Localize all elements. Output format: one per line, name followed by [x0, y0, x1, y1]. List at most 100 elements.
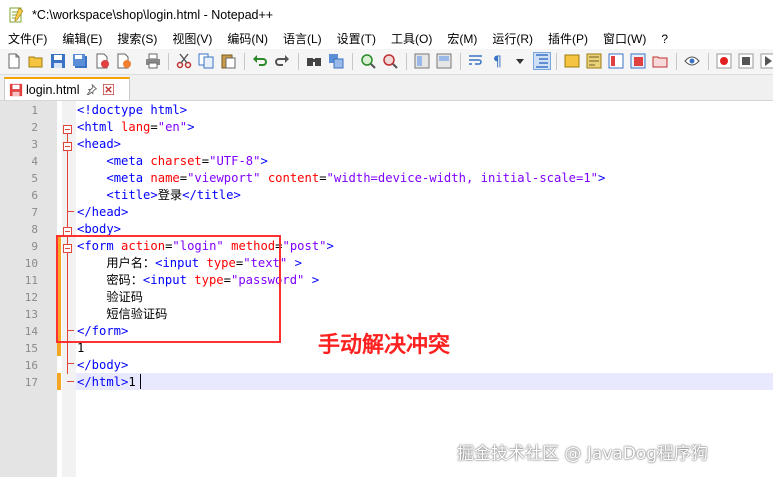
show-all-chars-icon[interactable]: ¶ [490, 53, 506, 69]
fold-body-end [67, 363, 74, 364]
code-line[interactable]: <meta name="viewport" content="width=dev… [77, 170, 605, 187]
sync-vertical-icon[interactable] [414, 53, 430, 69]
menu-item[interactable]: 宏(M) [439, 30, 484, 49]
line-number: 17 [24, 376, 38, 389]
code-token: > [294, 256, 302, 270]
zoom-in-icon[interactable] [360, 53, 376, 69]
menu-item[interactable]: 编辑(E) [54, 30, 109, 49]
code-token: </title> [182, 188, 241, 202]
print-icon[interactable] [145, 53, 161, 69]
code-line[interactable]: <!doctype html> [77, 102, 187, 119]
code-token: <meta [106, 171, 151, 185]
toolbar-separator [352, 53, 353, 70]
folder-icon[interactable] [652, 53, 668, 69]
menu-item[interactable]: ? [653, 30, 675, 49]
fold-html-toggle[interactable] [63, 125, 72, 134]
user-language-icon[interactable] [564, 53, 580, 69]
code-line[interactable]: </head> [77, 204, 128, 221]
zoom-out-icon[interactable] [382, 53, 398, 69]
menu-item[interactable]: 语言(L) [275, 30, 329, 49]
toolbar-separator [298, 53, 299, 70]
copy-icon[interactable] [198, 53, 214, 69]
line-number: 9 [31, 240, 38, 253]
open-file-icon[interactable] [28, 53, 44, 69]
line-number: 10 [24, 257, 38, 270]
line-number-gutter: 1 2 3 4 5 6 7 8 9 10 11 12 13 14 15 16 17 [0, 101, 57, 477]
play-macro-icon[interactable] [760, 53, 773, 69]
code-token: = [201, 154, 210, 168]
menu-item[interactable]: 运行(R) [484, 30, 540, 49]
toolbar-separator [460, 53, 461, 70]
code-token: > [326, 239, 334, 253]
line-number: 16 [24, 359, 38, 372]
function-list-icon[interactable] [608, 53, 624, 69]
record-macro-icon[interactable] [716, 53, 732, 69]
menu-item[interactable]: 视图(V) [164, 30, 219, 49]
toolbar-separator [708, 53, 709, 70]
folder-workspace-icon[interactable] [630, 53, 646, 69]
close-file-icon[interactable] [94, 53, 110, 69]
code-token: "viewport" [187, 171, 261, 185]
find-icon[interactable] [306, 53, 322, 69]
redo-icon[interactable] [274, 53, 290, 69]
line-number: 3 [31, 138, 38, 151]
replace-icon[interactable] [328, 53, 344, 69]
line-number: 11 [24, 274, 38, 287]
paste-icon[interactable] [220, 53, 236, 69]
pin-icon[interactable] [86, 84, 97, 95]
code-line[interactable]: <meta charset="UTF-8"> [77, 153, 267, 170]
close-tab-icon[interactable] [102, 84, 114, 95]
code-token: </head> [77, 205, 129, 219]
code-token: <body> [77, 222, 122, 236]
toolbar-separator [406, 53, 407, 70]
code-line[interactable]: <html lang="en"> [77, 119, 194, 136]
fold-head-end [67, 211, 74, 212]
menu-item[interactable]: 工具(O) [383, 30, 439, 49]
code-line[interactable]: <head> [77, 136, 121, 153]
code-token: 登录 [157, 188, 183, 202]
code-token: 1 [128, 375, 136, 389]
tab-login-html[interactable]: login.html [4, 77, 130, 100]
document-map-icon[interactable] [586, 53, 602, 69]
code-token: = [179, 171, 188, 185]
conflict-annotation: 手动解决冲突 [318, 333, 451, 358]
code-token: </body> [77, 358, 129, 372]
code-token: "en" [157, 120, 188, 134]
code-token: > [187, 120, 195, 134]
code-token: "width=device-width, initial-scale=1" [326, 171, 599, 185]
cut-icon[interactable] [176, 53, 192, 69]
word-wrap-icon[interactable] [468, 53, 484, 69]
new-file-icon[interactable] [6, 53, 22, 69]
undo-icon[interactable] [252, 53, 268, 69]
menu-item[interactable]: 插件(P) [540, 30, 595, 49]
dropdown-arrow-icon[interactable] [512, 53, 528, 69]
menu-item[interactable]: 编码(N) [219, 30, 275, 49]
monitoring-eye-icon[interactable] [684, 53, 700, 69]
menu-item[interactable]: 窗口(W) [595, 30, 653, 49]
code-token: "post" [282, 239, 327, 253]
stop-macro-icon[interactable] [738, 53, 754, 69]
code-line[interactable]: </html>1 [77, 374, 136, 391]
menu-item[interactable]: 设置(T) [329, 30, 383, 49]
title-bar: *C:\workspace\shop\login.html - Notepad+… [0, 0, 773, 30]
tab-bar: login.html [0, 75, 773, 101]
toolbar-separator [168, 53, 169, 70]
save-all-icon[interactable] [72, 53, 88, 69]
menu-item[interactable]: 搜索(S) [109, 30, 164, 49]
line-number: 1 [31, 104, 38, 117]
window-title: *C:\workspace\shop\login.html - Notepad+… [32, 8, 274, 22]
menu-bar: 文件(F) 编辑(E) 搜索(S) 视图(V) 编码(N) 语言(L) 设置(T) 工具(O)… [0, 30, 773, 49]
close-all-icon[interactable] [116, 53, 132, 69]
code-line[interactable]: <title>登录</title> [77, 187, 241, 204]
menu-item[interactable]: 文件(F) [0, 30, 54, 49]
sync-horizontal-icon[interactable] [436, 53, 452, 69]
line-number: 14 [24, 325, 38, 338]
code-line[interactable]: </body> [77, 357, 128, 374]
fold-head-toggle[interactable] [63, 142, 72, 151]
save-icon[interactable] [50, 53, 66, 69]
indent-guide-icon[interactable] [533, 52, 551, 70]
